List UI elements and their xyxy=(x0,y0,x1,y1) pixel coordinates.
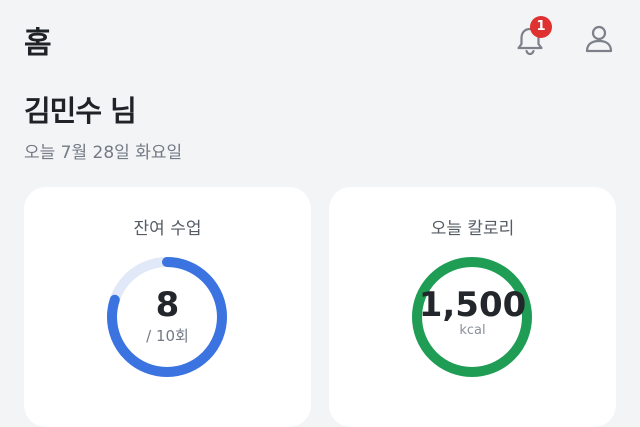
app-header: 홈 1 xyxy=(0,0,640,76)
user-greeting: 김민수 님 xyxy=(24,94,137,128)
calories-value: 1,500 xyxy=(418,285,527,325)
calories-unit: kcal xyxy=(459,323,486,338)
remaining-classes-total: / 10회 xyxy=(146,327,189,345)
today-date: 오늘 7월 28일 화요일 xyxy=(24,143,183,163)
page-title: 홈 xyxy=(24,26,52,61)
user-icon xyxy=(585,25,613,53)
calories-title: 오늘 칼로리 xyxy=(430,219,515,239)
notification-badge: 1 xyxy=(530,16,552,38)
remaining-classes-value: 8 xyxy=(155,285,180,325)
calories-card[interactable]: 오늘 칼로리 1,500 kcal xyxy=(329,187,616,427)
profile-button[interactable] xyxy=(582,22,616,56)
remaining-classes-title: 잔여 수업 xyxy=(133,219,202,239)
remaining-classes-card[interactable]: 잔여 수업 8 / 10회 xyxy=(24,187,311,427)
